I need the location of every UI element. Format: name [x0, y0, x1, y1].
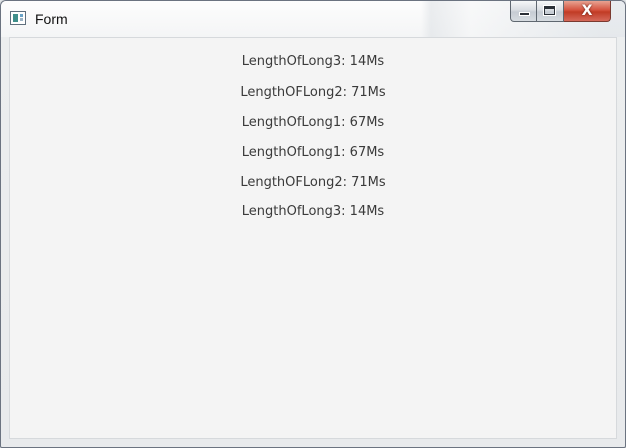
length-label: LengthOFLong2: 71Ms — [240, 85, 386, 100]
close-button[interactable]: X — [564, 1, 611, 22]
length-label: LengthOfLong1: 67Ms — [241, 115, 385, 130]
minimize-icon — [520, 13, 529, 15]
maximize-icon — [544, 6, 555, 15]
form-window: Form X LengthOfLong3: 14Ms LengthOFLong2… — [0, 0, 626, 448]
title-bar[interactable]: Form X — [1, 1, 625, 37]
caption-buttons: X — [510, 1, 611, 23]
minimize-button[interactable] — [510, 1, 537, 22]
form-client-area: LengthOfLong3: 14Ms LengthOFLong2: 71Ms … — [9, 37, 617, 439]
maximize-button[interactable] — [537, 1, 564, 22]
form-app-icon[interactable] — [10, 11, 26, 25]
length-label: LengthOfLong1: 67Ms — [241, 145, 385, 160]
length-label: LengthOFLong2: 71Ms — [240, 175, 386, 190]
window-title: Form — [35, 11, 68, 27]
length-label: LengthOfLong3: 14Ms — [241, 204, 385, 219]
length-label: LengthOfLong3: 14Ms — [241, 54, 385, 69]
close-icon: X — [581, 3, 593, 19]
